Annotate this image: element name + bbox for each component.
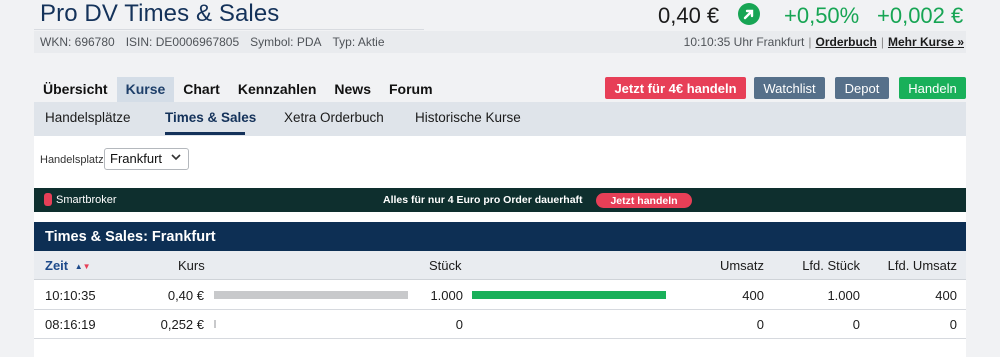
row2-kurs-bar	[214, 320, 216, 328]
tab-kennzahlen[interactable]: Kennzahlen	[229, 77, 326, 102]
sort-icon: ▲▼	[74, 262, 91, 272]
change-absolute: +0,002 €	[877, 3, 964, 28]
handelsplatz-select[interactable]: Frankfurt	[104, 148, 189, 170]
tab-chart[interactable]: Chart	[174, 77, 229, 102]
chevron-down-icon	[171, 152, 181, 165]
row1-zeit: 10:10:35	[45, 288, 96, 303]
row1-stueck-bar	[472, 291, 666, 299]
row1-umsatz: 400	[742, 288, 764, 303]
row2-zeit: 08:16:19	[45, 317, 96, 332]
row1-kurs: 0,40 €	[167, 288, 204, 303]
depot-button[interactable]: Depot	[835, 77, 889, 99]
row1-kurs-bar	[214, 291, 408, 299]
tab-kurse[interactable]: Kurse	[116, 77, 175, 102]
banner-text: Alles für nur 4 Euro pro Order dauerhaft	[383, 194, 583, 206]
handeln-button[interactable]: Handeln	[899, 77, 966, 99]
isin: ISIN: DE0006967805	[125, 35, 240, 49]
change-percent: +0,50%	[784, 3, 860, 28]
col-stueck[interactable]: Stück	[429, 258, 462, 273]
title-divider	[34, 29, 424, 30]
col-zeit[interactable]: Zeit ▲▼	[45, 258, 91, 273]
main-tabs: Übersicht Kurse Chart Kennzahlen News Fo…	[34, 77, 442, 102]
smartbroker-icon	[44, 193, 52, 206]
handelsplatz-label: Handelsplatz:	[40, 154, 107, 166]
row-divider	[34, 338, 966, 339]
divider: |	[880, 35, 884, 49]
tab-news[interactable]: News	[325, 77, 380, 102]
quote-time: 10:10:35 Uhr Frankfurt	[683, 35, 805, 49]
subtab-times-sales[interactable]: Times & Sales	[165, 110, 256, 125]
tab-forum[interactable]: Forum	[380, 77, 442, 102]
symbol: Symbol: PDA	[250, 35, 322, 49]
subtab-historische-kurse[interactable]: Historische Kurse	[415, 110, 521, 125]
quote-meta: 10:10:35 Uhr Frankfurt | Orderbuch | Meh…	[684, 35, 964, 49]
row2-umsatz: 0	[756, 317, 764, 332]
page-title: Pro DV Times & Sales	[40, 0, 280, 27]
row-divider	[34, 309, 966, 310]
mehr-kurse-link[interactable]: Mehr Kurse »	[888, 35, 964, 49]
handelsplatz-selected: Frankfurt	[110, 151, 163, 166]
active-subtab-indicator	[165, 132, 245, 135]
trade-4-euro-button[interactable]: Jetzt für 4€ handeln	[605, 77, 746, 99]
arrow-up-right-icon	[738, 3, 760, 25]
smartbroker-brand: Smartbroker	[56, 193, 117, 206]
tab-uebersicht[interactable]: Übersicht	[34, 77, 117, 102]
divider: |	[808, 35, 812, 49]
row2-lfd-umsatz: 0	[949, 317, 957, 332]
row2-lfd-stueck: 0	[852, 317, 860, 332]
orderbuch-link[interactable]: Orderbuch	[816, 35, 877, 49]
row2-kurs: 0,252 €	[160, 317, 204, 332]
row1-lfd-umsatz: 400	[935, 288, 957, 303]
security-meta: WKN: 696780 ISIN: DE0006967805 Symbol: P…	[40, 35, 385, 49]
row2-stueck: 0	[455, 317, 463, 332]
current-price: 0,40 €	[658, 3, 720, 28]
table-title: Times & Sales: Frankfurt	[45, 229, 216, 245]
col-zeit-label: Zeit	[45, 258, 69, 273]
security-type: Typ: Aktie	[332, 35, 385, 49]
banner-cta-button[interactable]: Jetzt handeln	[596, 193, 692, 208]
subtab-handelsplaetze[interactable]: Handelsplätze	[45, 110, 131, 125]
col-kurs[interactable]: Kurs	[178, 258, 205, 273]
smartbroker-logo: Smartbroker	[44, 193, 117, 206]
row1-lfd-stueck: 1.000	[827, 288, 860, 303]
col-lfd-stueck[interactable]: Lfd. Stück	[802, 258, 860, 273]
wkn: WKN: 696780	[40, 35, 115, 49]
row1-stueck: 1.000	[430, 288, 463, 303]
arrow-up-right-icon-glyph	[743, 9, 754, 20]
col-lfd-umsatz[interactable]: Lfd. Umsatz	[888, 258, 957, 273]
col-umsatz[interactable]: Umsatz	[720, 258, 764, 273]
watchlist-button[interactable]: Watchlist	[754, 77, 825, 99]
subtab-xetra-orderbuch[interactable]: Xetra Orderbuch	[284, 110, 384, 125]
